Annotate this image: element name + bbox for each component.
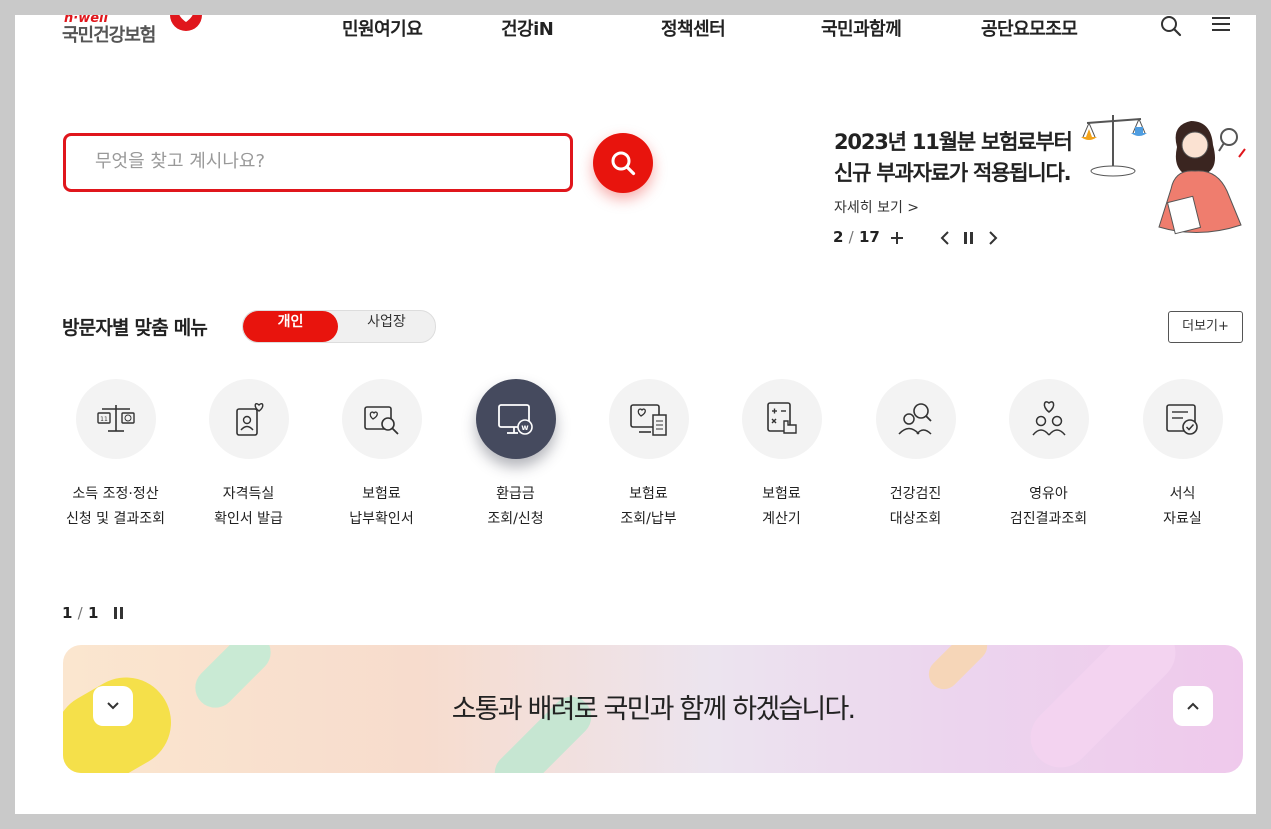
menu-item-label-line1: 영유아 xyxy=(1029,486,1068,502)
menu-item-forms[interactable]: 서식 자료실 xyxy=(1116,379,1249,539)
promo-pager-separator: / xyxy=(848,228,854,246)
menu-item-payment-certificate[interactable]: 보험료 납부확인서 xyxy=(315,379,448,539)
search-input[interactable] xyxy=(93,136,537,187)
menu-item-label: 자격득실 확인서 발급 xyxy=(182,482,315,532)
menu-item-icon-circle xyxy=(1009,379,1089,459)
main-nav: 민원여기요 건강iN 정책센터 국민과함께 공단요모조모 xyxy=(15,15,1256,45)
menu-item-icon-circle: 11 xyxy=(76,379,156,459)
menu-item-label-line1: 서식 xyxy=(1169,486,1196,502)
search-icon[interactable] xyxy=(1160,15,1184,37)
menu-item-checkup-target[interactable]: 건강검진 대상조회 xyxy=(849,379,982,539)
promo-pager-total: 17 xyxy=(858,228,880,246)
menu-item-label: 서식 자료실 xyxy=(1116,482,1249,532)
chevron-down-icon[interactable] xyxy=(93,686,133,726)
next-icon[interactable] xyxy=(985,228,1003,248)
payment-search-icon xyxy=(364,406,399,435)
certificate-icon xyxy=(236,402,264,436)
search-icon xyxy=(611,151,636,176)
nav-item-policy[interactable]: 정책센터 xyxy=(661,15,726,41)
menu-item-label: 환급금 조회/신청 xyxy=(449,482,582,532)
promo-more-link[interactable]: 자세히 보기 > xyxy=(834,197,919,217)
plus-icon[interactable] xyxy=(889,228,907,248)
hamburger-menu-icon[interactable] xyxy=(1211,15,1235,37)
menu-item-label-line2: 대상조회 xyxy=(889,511,942,527)
nav-item-health-in[interactable]: 건강iN xyxy=(501,15,554,41)
menu-item-icon-circle xyxy=(209,379,289,459)
pager-separator: / xyxy=(77,604,83,622)
menu-item-label: 소득 조정·정산 신청 및 결과조회 xyxy=(49,482,182,532)
svg-text:w: w xyxy=(521,423,529,432)
menu-item-qualification[interactable]: 자격득실 확인서 발급 xyxy=(182,379,315,539)
pause-icon[interactable] xyxy=(112,606,126,620)
menu-item-icon-circle xyxy=(1143,379,1223,459)
menu-item-label: 보험료 납부확인서 xyxy=(315,482,448,532)
menu-item-income-adjust[interactable]: 11 소득 조정·정산 신청 및 결과조회 xyxy=(49,379,182,539)
menu-item-label-line1: 보험료 xyxy=(362,486,401,502)
menu-item-calculator[interactable]: 보험료 계산기 xyxy=(715,379,848,539)
menu-item-label-line2: 확인서 발급 xyxy=(214,511,283,527)
form-document-icon xyxy=(1166,404,1198,435)
refund-monitor-icon: w xyxy=(498,404,533,435)
menu-item-label-line2: 조회/신청 xyxy=(487,511,544,527)
menu-item-label: 영유아 검진결과조회 xyxy=(982,482,1115,532)
nav-item-together[interactable]: 국민과함께 xyxy=(821,15,902,41)
bill-monitor-icon xyxy=(630,404,667,436)
search-button[interactable] xyxy=(593,133,653,193)
infant-care-icon xyxy=(1032,401,1066,436)
menu-item-label-line1: 소득 조정·정산 xyxy=(72,486,159,502)
scale-icon: 11 xyxy=(97,405,135,432)
prev-icon[interactable] xyxy=(937,228,955,248)
slogan-banner: 소통과 배려로 국민과 함께 하겠습니다. xyxy=(63,645,1243,773)
menu-item-label: 보험료 조회/납부 xyxy=(582,482,715,532)
menu-item-refund[interactable]: w 환급금 조회/신청 xyxy=(449,379,582,539)
pause-icon[interactable] xyxy=(961,228,979,248)
menu-item-infant-checkup[interactable]: 영유아 검진결과조회 xyxy=(982,379,1115,539)
menu-item-label-line2: 계산기 xyxy=(762,511,801,527)
promo-pager-current: 2 xyxy=(833,228,844,246)
search-box xyxy=(63,133,573,192)
menu-item-icon-circle xyxy=(742,379,822,459)
nav-item-about[interactable]: 공단요모조모 xyxy=(981,15,1078,41)
visitor-type-toggle: 개인 사업장 xyxy=(242,310,436,343)
visitor-menu-pager: 1 / 1 xyxy=(62,604,123,622)
menu-item-label-line2: 자료실 xyxy=(1163,511,1202,527)
menu-item-label: 보험료 계산기 xyxy=(715,482,848,532)
menu-item-label-line1: 건강검진 xyxy=(889,486,942,502)
menu-item-icon-circle xyxy=(342,379,422,459)
tab-business[interactable]: 사업장 xyxy=(338,311,435,342)
pager-current: 1 xyxy=(62,604,73,622)
menu-item-label-line2: 납부확인서 xyxy=(349,511,414,527)
checkup-people-icon xyxy=(898,403,932,435)
chevron-up-icon[interactable] xyxy=(1173,686,1213,726)
menu-item-icon-circle xyxy=(609,379,689,459)
menu-item-icon-circle-active: w xyxy=(476,379,556,459)
promo-pager: 2 / 17 xyxy=(833,228,998,248)
calculator-icon xyxy=(767,402,797,434)
nav-item-civil[interactable]: 민원여기요 xyxy=(342,15,423,41)
menu-item-label-line1: 자격득실 xyxy=(222,486,275,502)
svg-text:11: 11 xyxy=(100,416,108,423)
promo-illustration xyxy=(1079,107,1249,237)
menu-item-label-line2: 신청 및 결과조회 xyxy=(65,511,166,527)
menu-item-label-line1: 보험료 xyxy=(762,486,801,502)
menu-item-label-line1: 보험료 xyxy=(629,486,668,502)
menu-item-label: 건강검진 대상조회 xyxy=(849,482,982,532)
menu-item-label-line2: 조회/납부 xyxy=(620,511,677,527)
slogan-text: 소통과 배려로 국민과 함께 하겠습니다. xyxy=(451,694,856,725)
visitor-menu-title: 방문자별 맞춤 메뉴 xyxy=(62,317,208,339)
pager-total: 1 xyxy=(87,604,99,622)
menu-item-label-line1: 환급금 xyxy=(496,486,535,502)
promo-title: 2023년 11월분 보험료부터 신규 부과자료가 적용됩니다. xyxy=(834,127,1073,189)
more-button[interactable]: 더보기+ xyxy=(1168,311,1243,343)
promo-title-line2: 신규 부과자료가 적용됩니다. xyxy=(834,161,1072,185)
tab-personal[interactable]: 개인 xyxy=(243,311,338,342)
menu-item-premium-pay[interactable]: 보험료 조회/납부 xyxy=(582,379,715,539)
menu-item-label-line2: 검진결과조회 xyxy=(1009,511,1088,527)
promo-title-line1: 2023년 11월분 보험료부터 xyxy=(834,130,1073,154)
menu-item-icon-circle xyxy=(876,379,956,459)
page: h·well 국민건강보험 민원여기요 건강iN 정책센터 국민과함께 공단요모… xyxy=(15,15,1256,814)
